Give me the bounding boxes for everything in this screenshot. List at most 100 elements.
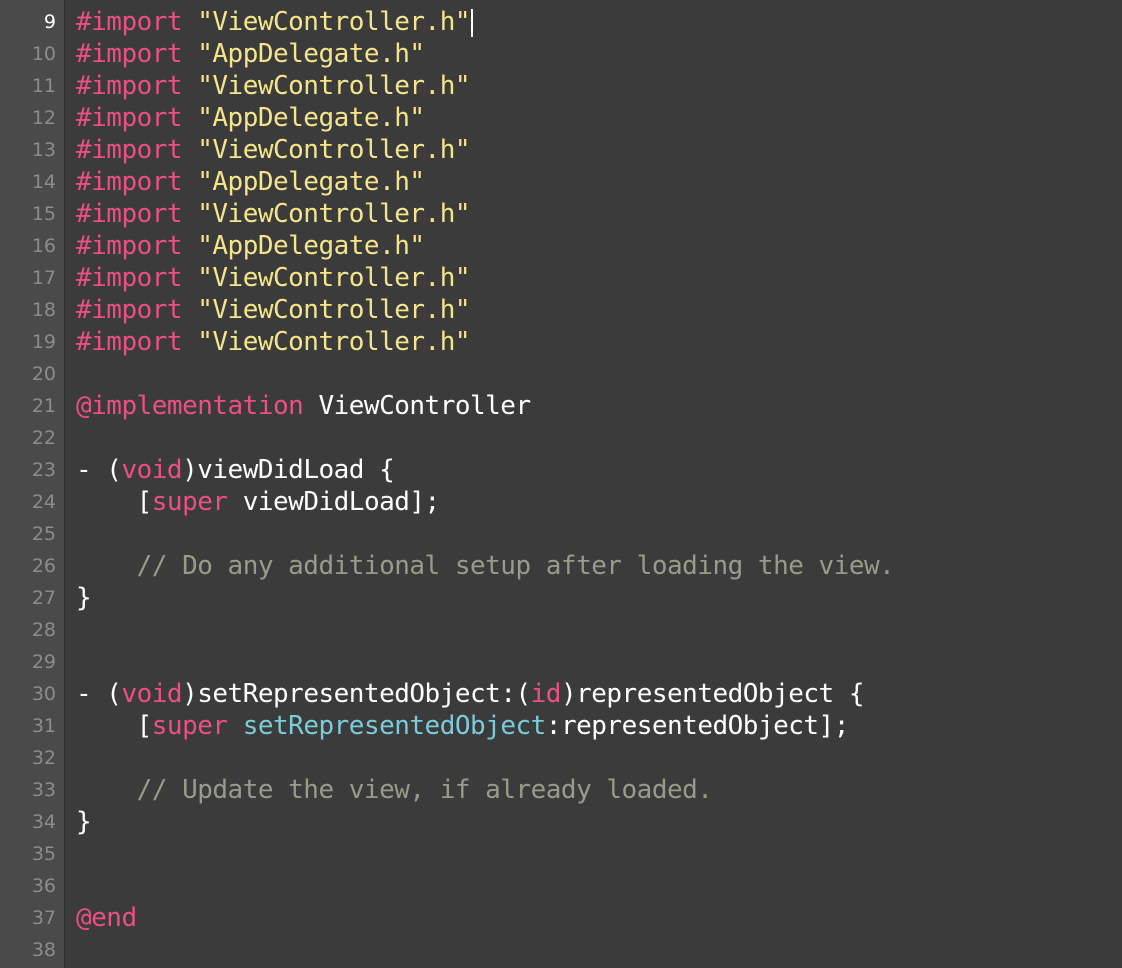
code-line[interactable]: 28	[0, 614, 1122, 646]
keyword-token: void	[121, 679, 183, 709]
line-number: 22	[31, 427, 56, 449]
code-text[interactable]: [super setRepresentedObject:representedO…	[76, 710, 850, 742]
keyword-token: super	[151, 487, 228, 517]
keyword-token: id	[530, 679, 562, 709]
code-line[interactable]: 11 #import "ViewController.h"	[0, 70, 1122, 102]
code-line[interactable]: 31 [super setRepresentedObject:represent…	[0, 710, 1122, 742]
code-line[interactable]: 38	[0, 934, 1122, 966]
keyword-token: #import	[76, 103, 183, 133]
code-text[interactable]: - (void)viewDidLoad {	[76, 454, 395, 486]
code-text[interactable]: // Do any additional setup after loading…	[76, 550, 895, 582]
keyword-token: #import	[76, 327, 183, 357]
code-line[interactable]: 21 @implementation ViewController	[0, 390, 1122, 422]
code-line[interactable]: 32	[0, 742, 1122, 774]
code-token: )setRepresentedObject:(	[182, 679, 531, 709]
code-line[interactable]: 33 // Update the view, if already loaded…	[0, 774, 1122, 806]
line-number: 19	[31, 331, 56, 353]
code-token: :representedObject];	[545, 711, 850, 741]
code-line[interactable]: 20	[0, 358, 1122, 390]
code-line[interactable]: 37 @end	[0, 902, 1122, 934]
code-text[interactable]: #import "AppDelegate.h"	[76, 38, 425, 70]
string-token: "AppDelegate.h"	[197, 167, 425, 197]
code-text[interactable]: }	[76, 582, 92, 614]
code-text[interactable]: #import "ViewController.h"	[76, 326, 470, 358]
keyword-token: @end	[76, 903, 137, 933]
code-line[interactable]: 19 #import "ViewController.h"	[0, 326, 1122, 358]
line-number: 24	[31, 491, 56, 513]
code-line[interactable]: 22	[0, 422, 1122, 454]
code-line[interactable]: 27}	[0, 582, 1122, 614]
line-number: 36	[31, 875, 56, 897]
code-line[interactable]: 36	[0, 870, 1122, 902]
code-text[interactable]: // Update the view, if already loaded.	[76, 774, 713, 806]
code-text[interactable]: - (void)setRepresentedObject:(id)represe…	[76, 678, 865, 710]
keyword-token: void	[121, 455, 183, 485]
string-token: "AppDelegate.h"	[197, 231, 425, 261]
code-text[interactable]: #import "ViewController.h"	[76, 294, 470, 326]
code-token: )representedObject {	[560, 679, 865, 709]
code-area[interactable]: 9 #import "ViewController.h" 10 #import "Ap…	[0, 0, 1122, 968]
line-number: 18	[31, 299, 56, 321]
string-token: "ViewController.h"	[197, 199, 470, 229]
code-line[interactable]: 34}	[0, 806, 1122, 838]
code-text[interactable]: #import "ViewController.h"	[76, 134, 470, 166]
code-line[interactable]: 14 #import "AppDelegate.h"	[0, 166, 1122, 198]
line-number: 12	[31, 107, 56, 129]
code-line[interactable]: 10 #import "AppDelegate.h"	[0, 38, 1122, 70]
code-line[interactable]: 23 - (void)viewDidLoad {	[0, 454, 1122, 486]
keyword-token: super	[151, 711, 228, 741]
code-text[interactable]: #import "AppDelegate.h"	[76, 230, 425, 262]
code-line[interactable]: 30 - (void)setRepresentedObject:(id)repre…	[0, 678, 1122, 710]
code-line[interactable]: 17 #import "ViewController.h"	[0, 262, 1122, 294]
code-line[interactable]: 9 #import "ViewController.h"	[0, 6, 1122, 38]
code-token: }	[76, 807, 92, 837]
string-token: "ViewController.h"	[197, 263, 470, 293]
code-text[interactable]: #import "ViewController.h"	[76, 70, 470, 102]
code-line[interactable]: 15 #import "ViewController.h"	[0, 198, 1122, 230]
code-text[interactable]: [super viewDidLoad];	[76, 486, 441, 518]
line-number: 21	[31, 395, 56, 417]
code-text[interactable]: #import "ViewController.h"	[76, 262, 470, 294]
code-token: ViewController	[303, 391, 531, 421]
keyword-token: #import	[76, 263, 183, 293]
code-line[interactable]: 16 #import "AppDelegate.h"	[0, 230, 1122, 262]
code-token: }	[76, 583, 92, 613]
code-line[interactable]: 26 // Do any additional setup after load…	[0, 550, 1122, 582]
comment-token: // Update the view, if already loaded.	[136, 775, 713, 805]
string-token: "ViewController.h"	[197, 327, 470, 357]
code-text[interactable]: #import "AppDelegate.h"	[76, 166, 425, 198]
code-line[interactable]: 29	[0, 646, 1122, 678]
code-token: [	[76, 487, 153, 517]
code-line[interactable]: 13 #import "ViewController.h"	[0, 134, 1122, 166]
code-line[interactable]: 12 #import "AppDelegate.h"	[0, 102, 1122, 134]
code-text[interactable]: @end	[76, 902, 137, 934]
code-line[interactable]: 18 #import "ViewController.h"	[0, 294, 1122, 326]
code-text[interactable]: #import "ViewController.h"	[76, 198, 470, 230]
line-number: 11	[31, 75, 56, 97]
string-token: "AppDelegate.h"	[197, 39, 425, 69]
code-text[interactable]: @implementation ViewController	[76, 390, 531, 422]
line-number: 34	[31, 811, 56, 833]
code-line[interactable]: 25	[0, 518, 1122, 550]
text-cursor	[471, 8, 473, 37]
code-line[interactable]: 24 [super viewDidLoad];	[0, 486, 1122, 518]
line-number: 17	[31, 267, 56, 289]
code-line[interactable]: 35	[0, 838, 1122, 870]
line-number: 26	[31, 555, 56, 577]
string-token: "ViewController.h"	[197, 71, 470, 101]
code-text[interactable]: #import "ViewController.h"	[76, 6, 473, 38]
line-number: 33	[31, 779, 56, 801]
code-editor[interactable]: 9 #import "ViewController.h" 10 #import "Ap…	[0, 0, 1122, 968]
line-number: 38	[31, 939, 56, 961]
code-text[interactable]: }	[76, 806, 92, 838]
line-number: 29	[31, 651, 56, 673]
code-text[interactable]: #import "AppDelegate.h"	[76, 102, 425, 134]
